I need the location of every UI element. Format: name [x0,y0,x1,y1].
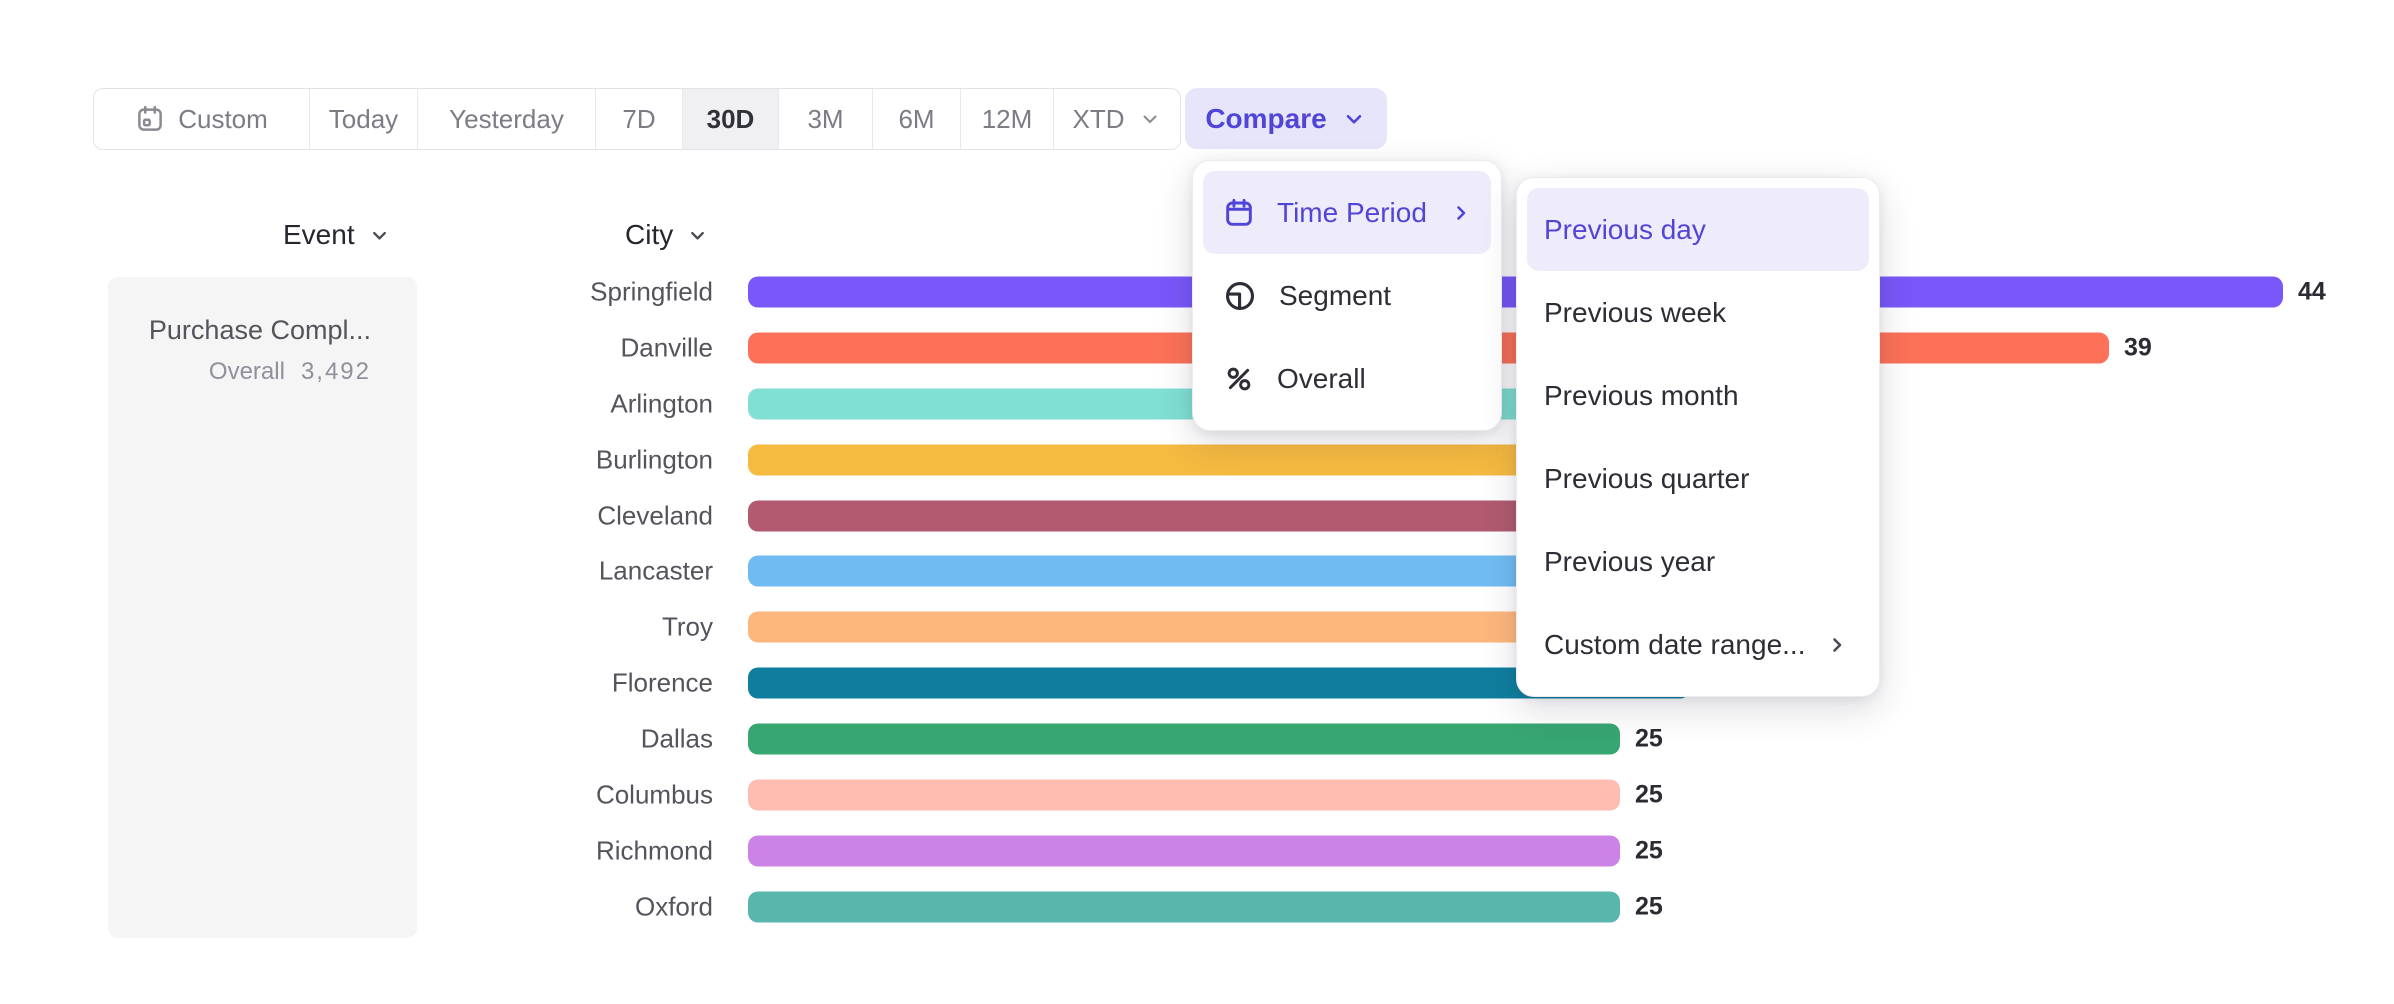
category-label: Troy [662,612,713,643]
date-range-group: Custom Today Yesterday 7D 30D 3M [93,88,1181,150]
category-label: Richmond [596,835,713,866]
range-label: 12M [982,104,1033,135]
chevron-down-icon [1341,106,1367,132]
compare-menu: Time Period Segment Overall [1192,160,1502,431]
time-period-previous-day[interactable]: Previous day [1527,188,1869,271]
range-label: Yesterday [449,104,564,135]
chart-row: Richmond 25 [0,823,2394,879]
compare-item-time-period[interactable]: Time Period [1203,171,1491,254]
category-label: Cleveland [597,500,713,531]
range-label: 6M [898,104,934,135]
range-label: XTD [1073,104,1125,135]
menu-item-label: Previous year [1544,546,1715,578]
category-label: Lancaster [599,556,713,587]
range-30d[interactable]: 30D [682,89,778,149]
time-period-custom-date-range[interactable]: Custom date range... [1527,603,1869,686]
range-custom[interactable]: Custom [94,89,309,149]
range-7d[interactable]: 7D [595,89,682,149]
chart-row: Lancaster [0,543,2394,599]
range-yesterday[interactable]: Yesterday [417,89,595,149]
chevron-down-icon [1138,107,1162,131]
bar-value-label: 25 [1635,780,1663,809]
range-12m[interactable]: 12M [960,89,1053,149]
range-label: 7D [622,104,655,135]
insights-report-page: { "toolbar": { "buttons": [ {"name":"ran… [0,0,2394,1004]
chart-row: Cleveland [0,488,2394,544]
bar-value-label: 25 [1635,892,1663,921]
time-period-previous-quarter[interactable]: Previous quarter [1527,437,1869,520]
chart-row: Troy [0,599,2394,655]
category-label: Springfield [590,276,713,307]
menu-item-label: Previous month [1544,380,1739,412]
chart-row: Dallas 25 [0,711,2394,767]
chart-row: Florence [0,655,2394,711]
chart-row: Oxford 25 [0,879,2394,935]
category-label: Dallas [641,724,713,755]
range-label: 3M [807,104,843,135]
bar[interactable] [748,891,1620,922]
bar-value-label: 44 [2298,277,2326,306]
category-label: Florence [612,668,713,699]
range-xtd[interactable]: XTD [1053,89,1180,149]
range-today[interactable]: Today [309,89,417,149]
time-period-previous-week[interactable]: Previous week [1527,271,1869,354]
chevron-down-icon [368,224,391,247]
bar[interactable] [748,835,1620,866]
range-label: 30D [707,104,755,135]
time-period-previous-month[interactable]: Previous month [1527,354,1869,437]
category-label: Burlington [596,444,713,475]
bar[interactable] [748,724,1620,755]
chevron-right-icon [1825,633,1849,657]
range-label: Today [329,104,398,135]
chart-row: Burlington [0,432,2394,488]
range-6m[interactable]: 6M [872,89,960,149]
category-label: Columbus [596,779,713,810]
calendar-icon [1223,197,1255,229]
range-3m[interactable]: 3M [778,89,872,149]
percent-icon [1223,363,1255,395]
bar[interactable] [748,779,1620,810]
bar-value-label: 39 [2124,333,2152,362]
time-period-submenu: Previous day Previous week Previous mont… [1516,177,1880,697]
menu-item-label: Previous day [1544,214,1706,246]
chevron-right-icon [1449,201,1473,225]
time-period-previous-year[interactable]: Previous year [1527,520,1869,603]
menu-item-label: Custom date range... [1544,629,1805,661]
calendar-icon [135,104,165,134]
chart-row: Columbus 25 [0,767,2394,823]
bar-value-label: 25 [1635,836,1663,865]
menu-item-label: Previous quarter [1544,463,1749,495]
event-column-header[interactable]: Event [283,219,391,251]
event-header-label: Event [283,219,355,251]
menu-item-label: Previous week [1544,297,1726,329]
city-header-label: City [625,219,673,251]
category-label: Oxford [635,891,713,922]
menu-item-label: Time Period [1277,197,1427,229]
compare-button[interactable]: Compare [1185,88,1387,149]
compare-item-segment[interactable]: Segment [1203,254,1491,337]
category-label: Danville [621,332,714,363]
bar-value-label: 25 [1635,725,1663,754]
segment-icon [1223,279,1257,313]
compare-item-overall[interactable]: Overall [1203,337,1491,420]
chevron-down-icon [686,224,709,247]
range-label: Custom [178,104,268,135]
city-column-header[interactable]: City [625,219,709,251]
category-label: Arlington [610,388,713,419]
menu-item-label: Segment [1279,280,1391,312]
compare-label: Compare [1205,103,1326,135]
menu-item-label: Overall [1277,363,1366,395]
